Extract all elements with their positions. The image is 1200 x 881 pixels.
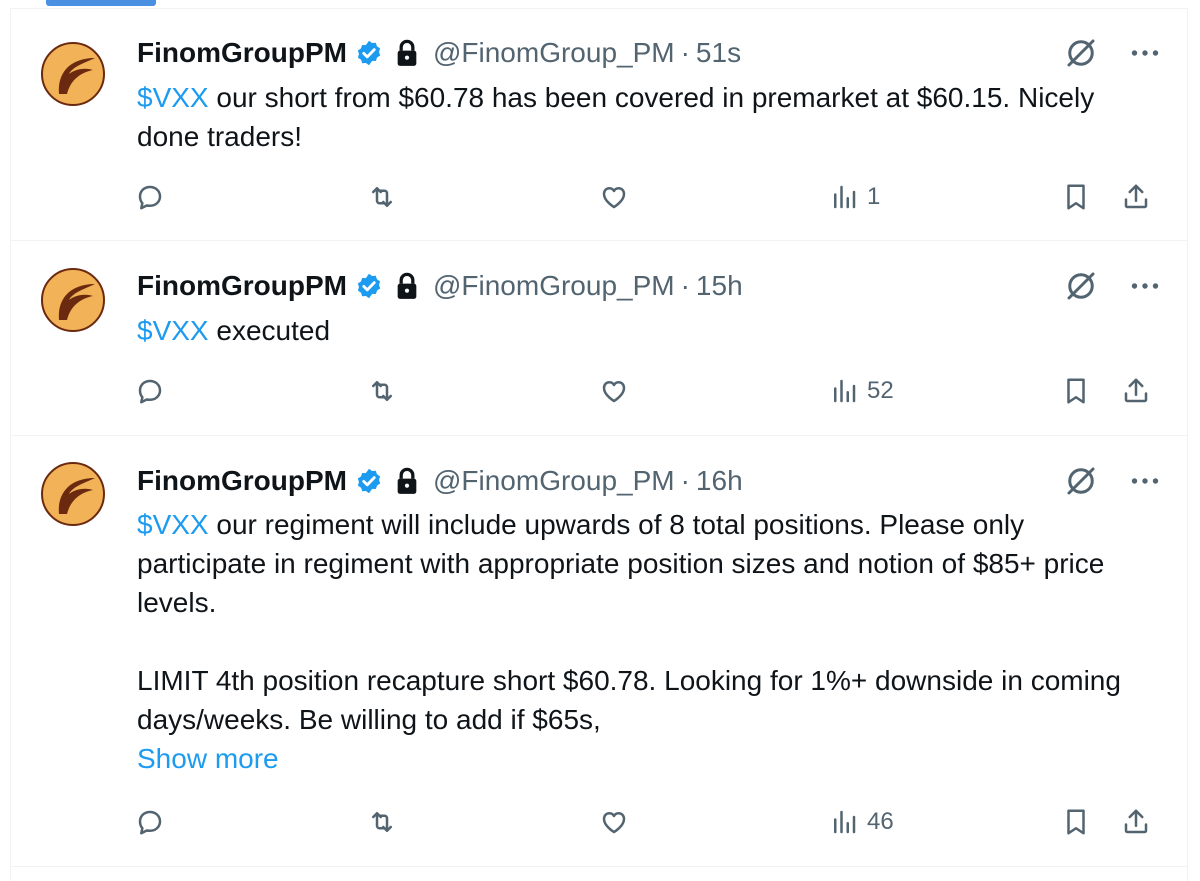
action-bar: 52 [11, 376, 1187, 412]
bookmark-button[interactable] [1061, 376, 1091, 406]
views-button[interactable]: 1 [829, 182, 880, 212]
tweet-header: FinomGroupPM @FinomGroup_PM · 16h [137, 463, 1187, 499]
tweet-header: FinomGroupPM @FinomGroup_PM · 15h [137, 268, 1187, 304]
reply-button[interactable] [135, 376, 165, 406]
display-name[interactable]: FinomGroupPM [137, 270, 347, 302]
lock-icon [397, 467, 417, 494]
tweet-text: $VXX our short from $60.78 has been cove… [137, 78, 1147, 156]
bookmark-icon [1067, 378, 1085, 404]
views-count: 46 [867, 808, 894, 835]
tweet-text-paragraph-2: LIMIT 4th position recapture short $60.7… [137, 665, 1121, 735]
more-icon[interactable] [1127, 35, 1163, 71]
action-bar: 46 [11, 807, 1187, 843]
grok-icon[interactable] [1063, 268, 1099, 304]
verified-badge-icon [357, 40, 381, 66]
tweet-text: $VXX our regiment will include upwards o… [137, 505, 1147, 778]
timestamp[interactable]: 51s [696, 37, 741, 69]
timestamp[interactable]: 15h [696, 270, 743, 302]
reply-button[interactable] [135, 182, 165, 212]
avatar[interactable] [41, 462, 105, 526]
share-button[interactable] [1121, 807, 1151, 837]
display-name[interactable]: FinomGroupPM [137, 465, 347, 497]
tweet-text: $VXX executed [137, 311, 1147, 350]
tweet-text-content: our regiment will include upwards of 8 t… [137, 509, 1105, 618]
views-count: 1 [867, 183, 881, 210]
retweet-button[interactable] [367, 182, 397, 212]
retweet-icon [372, 187, 392, 207]
grok-icon[interactable] [1063, 35, 1099, 71]
views-count: 52 [867, 377, 894, 404]
timestamp[interactable]: 16h [696, 465, 743, 497]
share-icon [1124, 378, 1148, 403]
bookmark-button[interactable] [1061, 807, 1091, 837]
more-icon[interactable] [1127, 268, 1163, 304]
retweet-button[interactable] [367, 376, 397, 406]
reply-icon [138, 185, 162, 210]
avatar[interactable] [41, 42, 105, 106]
reply-icon [138, 810, 162, 835]
tweet[interactable]: FinomGroupPM @FinomGroup_PM · 16h $VXX o… [11, 436, 1187, 867]
views-icon [834, 379, 856, 403]
like-icon [602, 381, 626, 403]
action-bar: 1 [11, 182, 1187, 218]
like-button[interactable] [599, 807, 629, 837]
lock-icon [397, 272, 417, 299]
tweet[interactable]: FinomGroupPM @FinomGroup_PM · 15h $VXX e… [11, 241, 1187, 436]
share-icon [1124, 184, 1148, 209]
grok-icon[interactable] [1063, 463, 1099, 499]
tweet-text-content: executed [208, 315, 331, 346]
like-button[interactable] [599, 182, 629, 212]
bookmark-icon [1067, 809, 1085, 835]
handle[interactable]: @FinomGroup_PM [433, 465, 675, 497]
more-icon[interactable] [1127, 463, 1163, 499]
separator: · [680, 465, 690, 496]
views-button[interactable]: 46 [829, 807, 894, 837]
like-button[interactable] [599, 376, 629, 406]
verified-badge-icon [357, 273, 381, 299]
share-icon [1124, 809, 1148, 834]
timeline-border-right [1187, 8, 1188, 881]
lock-icon [397, 39, 417, 66]
retweet-button[interactable] [367, 807, 397, 837]
reply-icon [138, 379, 162, 404]
share-button[interactable] [1121, 376, 1151, 406]
bookmark-button[interactable] [1061, 182, 1091, 212]
tweet-header: FinomGroupPM @FinomGroup_PM · 51s [137, 35, 1187, 71]
tab-indicator [46, 0, 156, 6]
verified-badge-icon [357, 468, 381, 494]
views-icon [834, 185, 856, 209]
reply-button[interactable] [135, 807, 165, 837]
retweet-icon [372, 812, 392, 832]
cashtag-link[interactable]: $VXX [137, 82, 209, 113]
show-more-link[interactable]: Show more [137, 739, 1147, 778]
separator: · [680, 270, 690, 301]
views-icon [834, 810, 856, 834]
like-icon [602, 812, 626, 834]
display-name[interactable]: FinomGroupPM [137, 37, 347, 69]
avatar[interactable] [41, 268, 105, 332]
cashtag-link[interactable]: $VXX [137, 509, 209, 540]
separator: · [680, 37, 690, 68]
like-icon [602, 187, 626, 209]
bookmark-icon [1067, 184, 1085, 210]
tweet[interactable]: FinomGroupPM @FinomGroup_PM · 51s $VXX o… [11, 9, 1187, 241]
handle[interactable]: @FinomGroup_PM [433, 270, 675, 302]
cashtag-link[interactable]: $VXX [137, 315, 209, 346]
handle[interactable]: @FinomGroup_PM [433, 37, 675, 69]
share-button[interactable] [1121, 182, 1151, 212]
views-button[interactable]: 52 [829, 376, 894, 406]
retweet-icon [372, 381, 392, 401]
tweet-text-content: our short from $60.78 has been covered i… [137, 82, 1095, 152]
